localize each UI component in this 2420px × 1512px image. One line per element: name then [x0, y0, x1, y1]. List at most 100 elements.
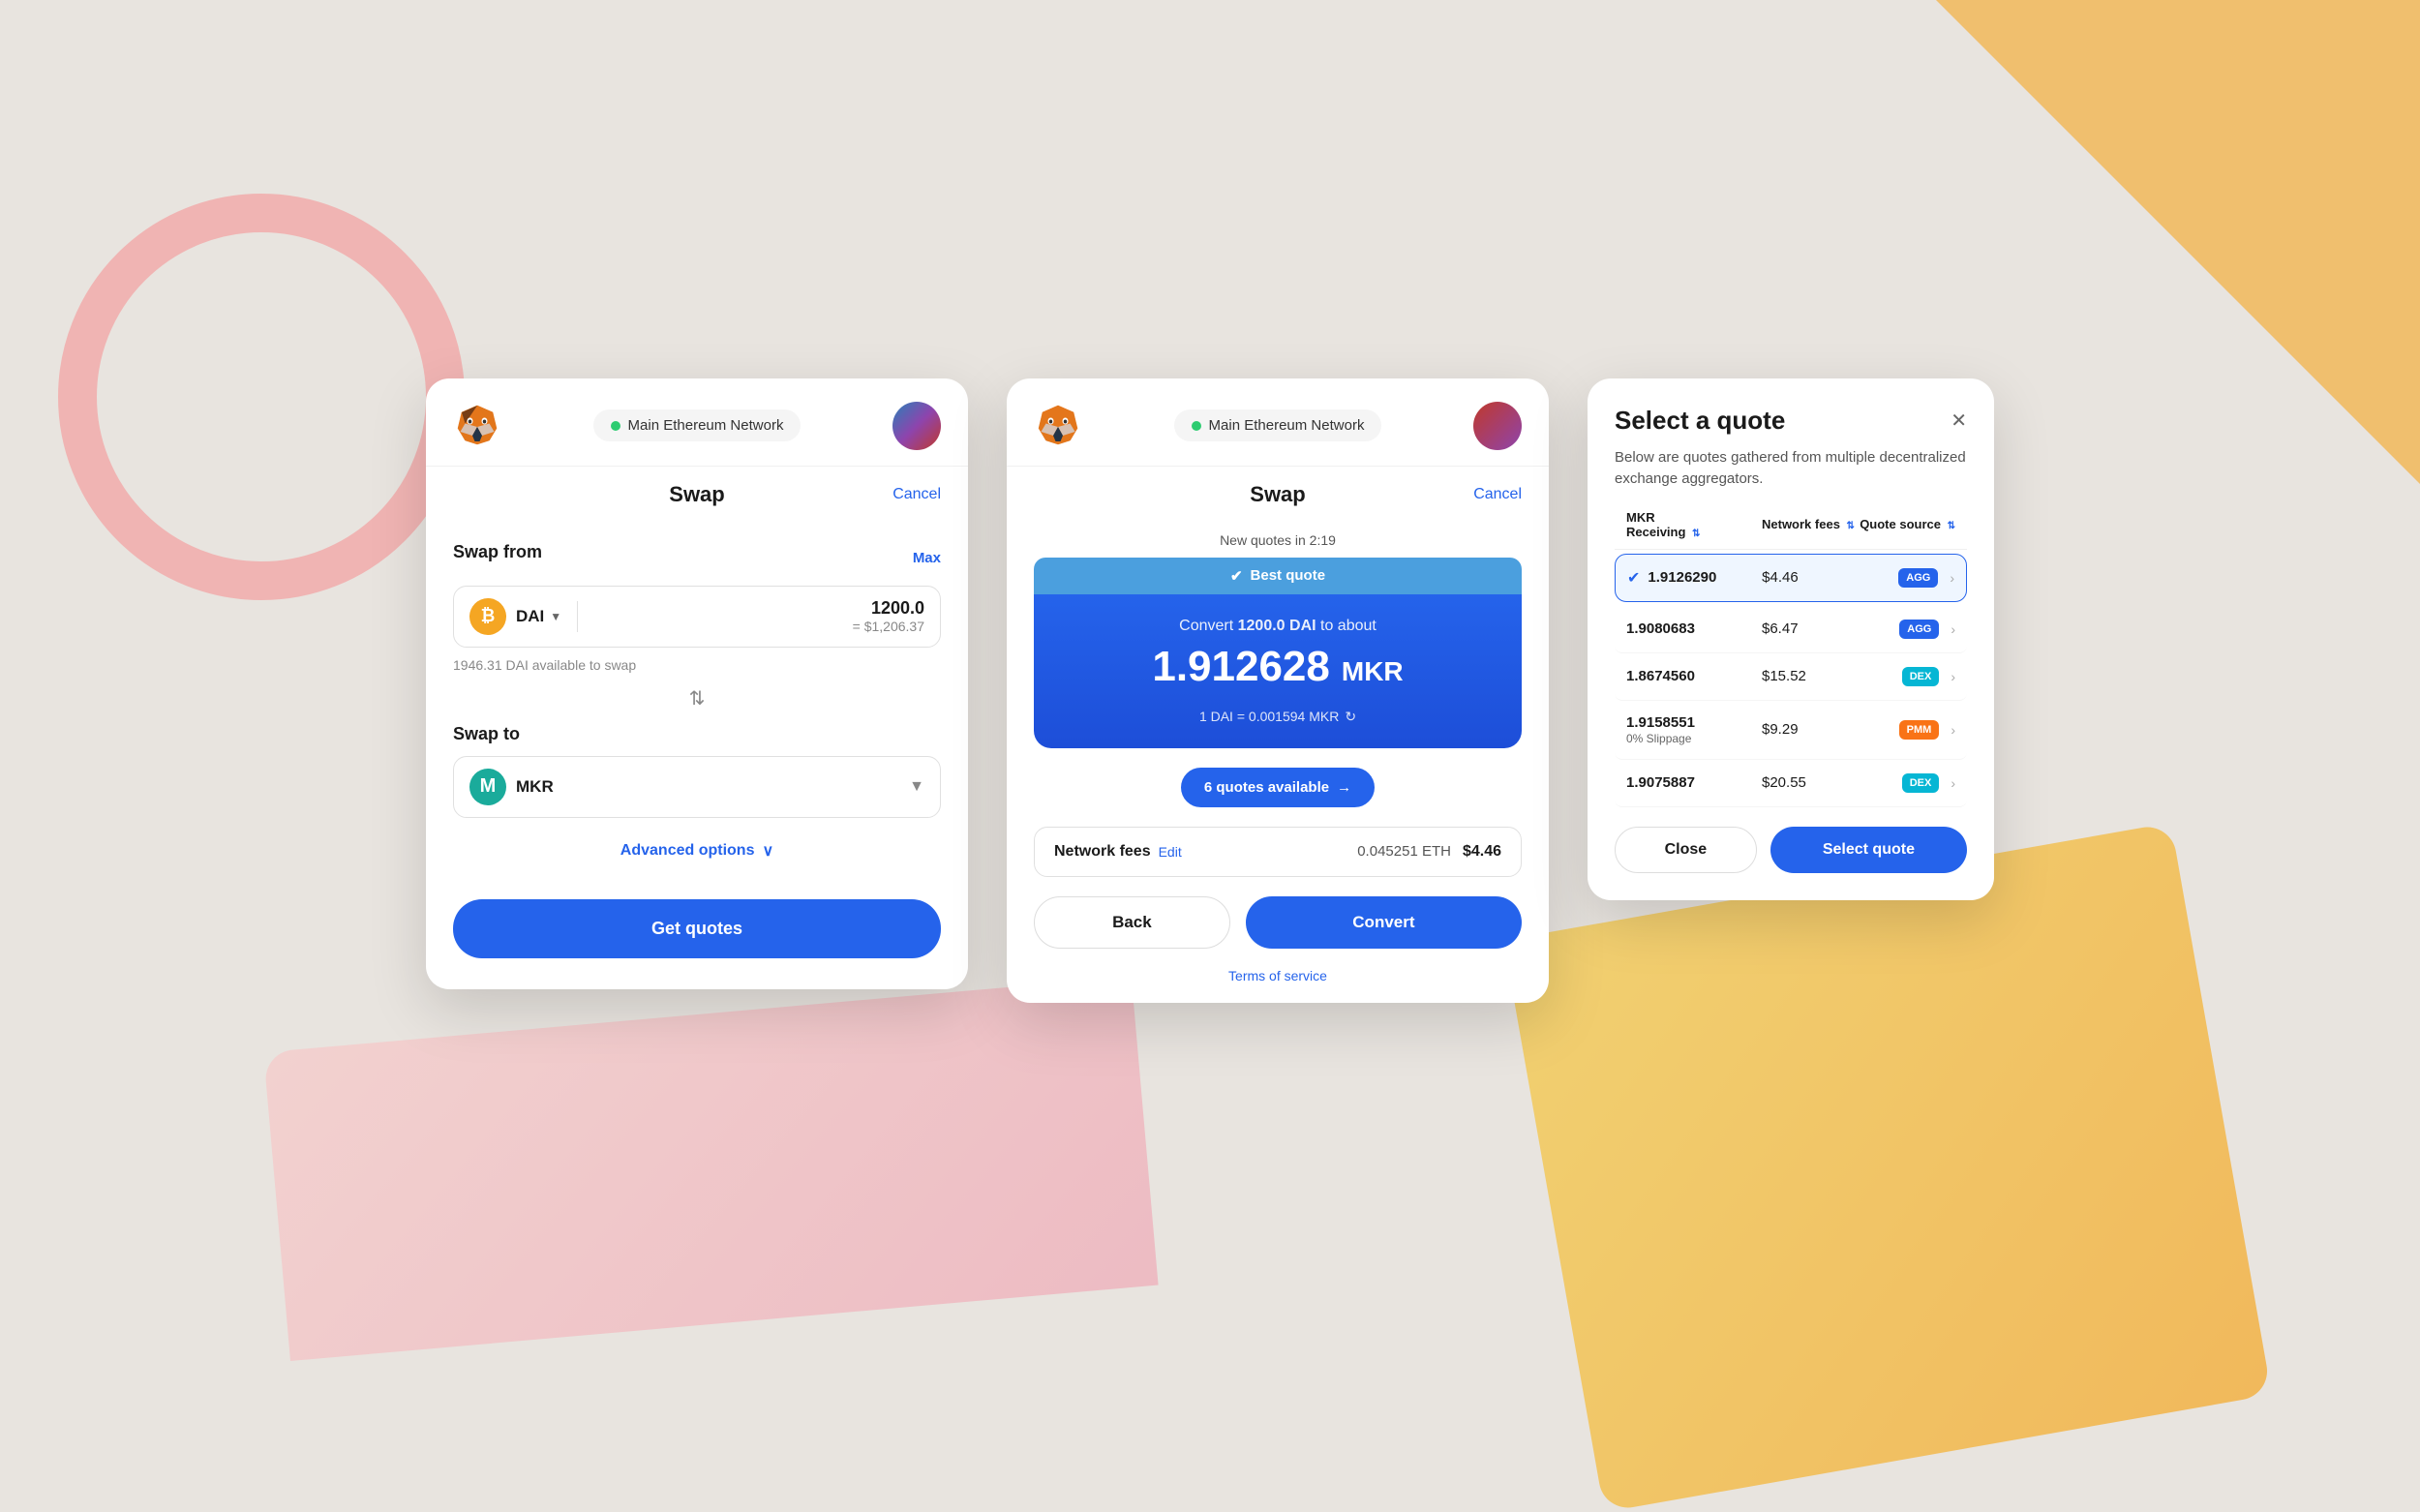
- quote-row[interactable]: 1.8674560 $15.52 DEX ›: [1615, 653, 1967, 701]
- advanced-options-label: Advanced options: [620, 842, 755, 860]
- token-to-symbol: MKR: [516, 777, 899, 797]
- cancel-button[interactable]: Cancel: [892, 486, 941, 503]
- swap-to-label: Swap to: [453, 724, 941, 744]
- receiving-val: 1.9080683: [1626, 620, 1762, 638]
- token-divider: [577, 601, 578, 632]
- quote-row[interactable]: 1.9158551 0% Slippage $9.29 PMM ›: [1615, 701, 1967, 760]
- mkr-amount: 1.912628: [1152, 643, 1330, 691]
- token-amount: 1200.0: [593, 598, 924, 619]
- source-val: AGG ›: [1859, 568, 1954, 588]
- fees-val: $6.47: [1762, 620, 1859, 637]
- fees-eth: 0.045251 ETH: [1357, 843, 1451, 860]
- panel1-body: Swap from Max ₿ DAI ▼ 1200.0 = $1,206.37…: [426, 523, 968, 989]
- source-badge: AGG: [1899, 620, 1939, 639]
- panels-container: Main Ethereum Network Swap Cancel Swap f…: [426, 378, 1994, 1003]
- quote-timer: New quotes in 2:19: [1007, 523, 1549, 558]
- refresh-icon[interactable]: ↻: [1345, 709, 1356, 725]
- token-from-input[interactable]: ₿ DAI ▼ 1200.0 = $1,206.37: [453, 586, 941, 648]
- network-badge-2[interactable]: Main Ethereum Network: [1174, 409, 1382, 441]
- sort-source-icon[interactable]: ⇅: [1948, 521, 1955, 531]
- sort-fees-icon[interactable]: ⇅: [1847, 521, 1855, 531]
- quotes-available-label: 6 quotes available: [1204, 779, 1329, 796]
- mkr-icon: M: [469, 769, 506, 805]
- fees-val: $9.29: [1762, 721, 1859, 738]
- row-arrow-icon: ›: [1951, 669, 1955, 684]
- token-usd: = $1,206.37: [593, 619, 924, 634]
- convert-text: Convert 1200.0 DAI to about: [1061, 618, 1495, 635]
- fees-label-text: Network fees: [1054, 843, 1151, 861]
- token-from-select[interactable]: DAI ▼: [516, 607, 561, 626]
- source-val: AGG ›: [1859, 620, 1955, 639]
- quote-row[interactable]: ✔ 1.9126290 $4.46 AGG ›: [1615, 554, 1967, 602]
- col-mkr-label: MKR: [1626, 510, 1762, 525]
- network-label-2: Main Ethereum Network: [1209, 417, 1365, 434]
- panel1-title: Swap: [669, 482, 724, 507]
- exchange-rate: 1 DAI = 0.001594 MKR ↻: [1061, 709, 1495, 725]
- avatar-2: [1473, 402, 1522, 450]
- panel3-subtitle: Below are quotes gathered from multiple …: [1615, 447, 1967, 491]
- swap-panel: Main Ethereum Network Swap Cancel Swap f…: [426, 378, 968, 989]
- quotes-available-button[interactable]: 6 quotes available →: [1181, 768, 1375, 807]
- quote-row[interactable]: 1.9080683 $6.47 AGG ›: [1615, 606, 1967, 653]
- col-receiving-label: Receiving ⇅: [1626, 525, 1762, 539]
- tos-link[interactable]: Terms of service: [1007, 968, 1549, 1003]
- receiving-val: ✔ 1.9126290: [1627, 568, 1762, 588]
- source-badge: DEX: [1902, 773, 1940, 793]
- source-badge: AGG: [1898, 568, 1938, 588]
- row-arrow-icon: ›: [1950, 570, 1954, 586]
- advanced-options-button[interactable]: Advanced options ∨: [453, 841, 941, 861]
- get-quotes-button[interactable]: Get quotes: [453, 899, 941, 958]
- quote-main-card: Convert 1200.0 DAI to about 1.912628 MKR…: [1034, 594, 1522, 748]
- col-source-header: Quote source ⇅: [1859, 517, 1955, 531]
- advanced-options-chevron-icon: ∨: [762, 841, 773, 861]
- select-quote-button[interactable]: Select quote: [1770, 827, 1967, 873]
- best-quote-label: Best quote: [1251, 567, 1326, 584]
- swap-from-header: Swap from Max: [453, 542, 941, 574]
- source-val: DEX ›: [1859, 773, 1955, 793]
- network-dot-2: [1192, 421, 1201, 431]
- best-quote-banner: ✔ Best quote: [1034, 558, 1522, 594]
- close-icon[interactable]: ✕: [1951, 408, 1967, 433]
- fees-usd: $4.46: [1463, 843, 1501, 861]
- fees-val: $15.52: [1762, 668, 1859, 684]
- token-to-select[interactable]: M MKR ▼: [453, 756, 941, 818]
- metamask-logo: [453, 402, 501, 450]
- network-dot: [611, 421, 620, 431]
- col-fees-header: Network fees ⇅: [1762, 517, 1859, 531]
- receiving-val: 1.8674560: [1626, 668, 1762, 685]
- panel3-title: Select a quote: [1615, 406, 1785, 436]
- bg-rect-pink: [263, 977, 1158, 1361]
- swap-arrow-icon[interactable]: ⇅: [453, 686, 941, 711]
- panel1-title-row: Swap Cancel: [426, 467, 968, 523]
- close-button[interactable]: Close: [1615, 827, 1757, 873]
- panel2-title: Swap: [1250, 482, 1305, 507]
- select-quote-panel: Select a quote ✕ Below are quotes gather…: [1588, 378, 1994, 900]
- convert-button[interactable]: Convert: [1246, 896, 1522, 949]
- receiving-val: 1.9075887: [1626, 774, 1762, 792]
- source-badge: DEX: [1902, 667, 1940, 686]
- bg-circle: [58, 194, 465, 600]
- swap-from-label: Swap from: [453, 542, 542, 562]
- checkmark-icon: ✔: [1230, 567, 1243, 585]
- bg-triangle: [1936, 0, 2420, 484]
- arrow-right-icon: →: [1337, 779, 1351, 796]
- panel2-title-row: Swap Cancel: [1007, 467, 1549, 523]
- quote-panel: Main Ethereum Network Swap Cancel New qu…: [1007, 378, 1549, 1003]
- panel3-header: Select a quote ✕: [1615, 406, 1967, 436]
- exchange-rate-text: 1 DAI = 0.001594 MKR: [1199, 709, 1339, 724]
- max-button[interactable]: Max: [913, 550, 941, 566]
- panel1-header: Main Ethereum Network: [426, 378, 968, 467]
- edit-link[interactable]: Edit: [1159, 844, 1182, 860]
- network-badge[interactable]: Main Ethereum Network: [593, 409, 802, 441]
- fees-label: Network fees Edit: [1054, 843, 1182, 861]
- panel3-footer: Close Select quote: [1615, 827, 1967, 873]
- cancel-button-2[interactable]: Cancel: [1473, 486, 1522, 503]
- source-badge: PMM: [1899, 720, 1940, 740]
- chevron-down-icon: ▼: [550, 610, 561, 623]
- sort-receiving-icon[interactable]: ⇅: [1692, 529, 1700, 539]
- back-button[interactable]: Back: [1034, 896, 1230, 949]
- row-arrow-icon: ›: [1951, 621, 1955, 637]
- quote-row[interactable]: 1.9075887 $20.55 DEX ›: [1615, 760, 1967, 807]
- network-fees-row: Network fees Edit 0.045251 ETH $4.46: [1034, 827, 1522, 877]
- swap-to-chevron-icon: ▼: [909, 778, 924, 796]
